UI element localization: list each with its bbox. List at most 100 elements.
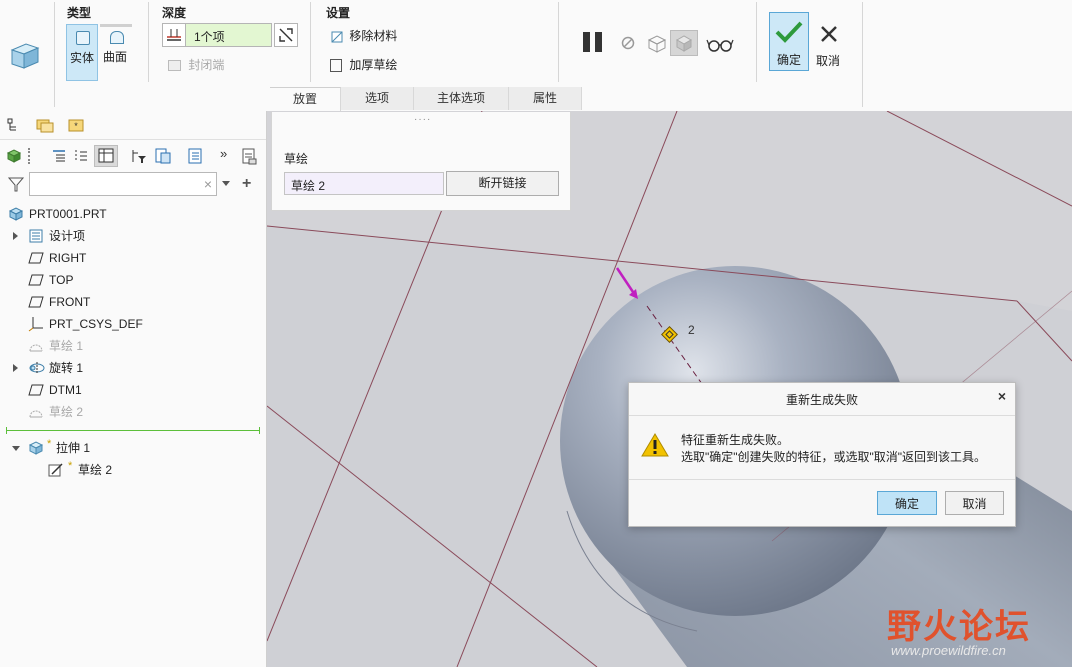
tree-item-label: PRT_CSYS_DEF [49, 317, 143, 331]
closed-ends-checkbox[interactable]: 封闭端 [168, 56, 224, 73]
insert-here-line[interactable] [6, 430, 260, 431]
tree-item-sketch2[interactable]: 草绘 2 [0, 401, 266, 423]
tab-properties[interactable]: 属性 [509, 87, 582, 110]
sketch-icon [29, 344, 43, 352]
surface-icon [110, 31, 124, 44]
settings-tree-button[interactable] [154, 147, 172, 165]
close-icon [821, 26, 837, 42]
surface-button[interactable]: 曲面 [100, 24, 132, 81]
no-preview-icon [621, 36, 635, 50]
tree-item-extrude-sketch[interactable]: * 草绘 2 [0, 459, 266, 481]
search-dropdown-icon[interactable] [222, 181, 230, 186]
tree-item-right[interactable]: RIGHT [0, 247, 266, 269]
tree-item-sketch1[interactable]: 草绘 1 [0, 335, 266, 357]
thicken-sketch-toggle[interactable]: 加厚草绘 [330, 56, 397, 73]
dialog-ok-button[interactable]: 确定 [877, 491, 937, 515]
expand-arrow-icon[interactable] [13, 364, 18, 372]
dialog-message-line1: 特征重新生成失败。 [681, 433, 790, 447]
model-tree-icon [7, 118, 16, 131]
part-cube-icon [6, 149, 22, 163]
pause-icon [583, 32, 602, 52]
filter-icon [7, 176, 25, 192]
remove-material-label: 移除材料 [349, 29, 398, 43]
extrude-icon [28, 441, 44, 455]
solid-icon [76, 31, 90, 45]
add-filter-icon[interactable]: + [242, 175, 251, 193]
folder-browser-tab[interactable] [36, 117, 54, 133]
clear-search-icon[interactable]: × [204, 176, 212, 192]
design-items-icon [29, 229, 43, 243]
dialog-close-icon[interactable]: × [998, 388, 1006, 404]
tree-search-input[interactable]: × [29, 172, 217, 196]
no-preview-button[interactable] [620, 35, 636, 51]
tab-body-options[interactable]: 主体选项 [414, 87, 509, 110]
favorites-tab[interactable]: * [68, 117, 84, 133]
tree-item-csys[interactable]: PRT_CSYS_DEF [0, 313, 266, 335]
collapse-all-icon [75, 150, 87, 162]
dialog-cancel-button[interactable]: 取消 [945, 491, 1004, 515]
tree-item-revolve1[interactable]: 旋转 1 [0, 357, 266, 379]
solid-button[interactable]: 实体 [66, 24, 98, 81]
tree-item-front[interactable]: FRONT [0, 291, 266, 313]
verify-mode-button[interactable] [670, 30, 698, 56]
revolve-icon [29, 362, 45, 374]
unlink-button[interactable]: 断开链接 [446, 171, 559, 196]
tree-item-dtm1[interactable]: DTM1 [0, 379, 266, 401]
watermark-url: www.proewildfire.cn [891, 643, 1006, 658]
collapse-all-button[interactable] [72, 147, 90, 165]
sketch-collector[interactable]: 草绘 2 [284, 172, 444, 195]
ok-label: 确定 [777, 53, 802, 67]
expand-all-button[interactable] [50, 147, 68, 165]
tree-toolbar: » [0, 143, 266, 169]
expand-all-icon [53, 150, 65, 162]
depth-value-field[interactable]: 1个项 [186, 23, 272, 47]
sketch-edit-icon [48, 463, 63, 477]
model-tree-tab[interactable] [6, 117, 22, 133]
layer-tree-button[interactable] [186, 147, 204, 165]
notes-button[interactable] [240, 147, 258, 165]
tab-placement[interactable]: 放置 [270, 87, 341, 111]
tree-item-label: TOP [49, 273, 74, 287]
new-feature-star-icon: * [47, 438, 52, 450]
dialog-message-line2: 选取"确定"创建失败的特征，或选取"取消"返回到该工具。 [681, 450, 987, 464]
warning-icon [641, 433, 669, 457]
ok-button[interactable]: 确定 [769, 12, 809, 71]
root-label: PRT0001.PRT [29, 207, 107, 221]
expand-arrow-icon[interactable] [13, 232, 18, 240]
tree-menu-handle[interactable] [28, 148, 32, 164]
tree-item-design-items[interactable]: 设计项 [0, 225, 266, 247]
solid-label: 实体 [70, 51, 95, 65]
feature-preview-button[interactable] [706, 35, 734, 53]
remove-material-toggle[interactable]: 移除材料 [330, 27, 397, 44]
dimension-label[interactable]: 2 [688, 323, 695, 337]
filter-tree-button[interactable] [130, 147, 148, 165]
tree-item-label: RIGHT [49, 251, 87, 265]
type-group-title: 类型 [67, 6, 92, 20]
datum-plane-icon [28, 384, 44, 396]
new-feature-star-icon: * [68, 460, 73, 472]
geometry-preview-button[interactable] [646, 32, 668, 54]
datum-plane-icon [28, 274, 44, 286]
cancel-button[interactable]: 取消 [812, 12, 846, 71]
folder-icon [36, 119, 54, 133]
favorites-icon: * [68, 119, 84, 132]
flip-direction-button[interactable] [274, 23, 298, 47]
cancel-label: 取消 [816, 54, 841, 68]
more-tools-button[interactable]: » [220, 146, 227, 161]
tree-item-top[interactable]: TOP [0, 269, 266, 291]
regeneration-failure-dialog: 重新生成失败 × 特征重新生成失败。 选取"确定"创建失败的特征，或选取"取消"… [628, 382, 1016, 527]
datum-plane-icon [28, 252, 44, 264]
tab-options[interactable]: 选项 [341, 87, 414, 110]
sketch-icon [29, 410, 43, 418]
show-columns-button[interactable] [94, 145, 118, 167]
tree-root[interactable]: PRT0001.PRT [0, 203, 266, 225]
tree-item-extrude1[interactable]: * 拉伸 1 [0, 437, 266, 459]
watermark-logo-text: 野火论坛 [887, 607, 1031, 647]
tree-item-label: 旋转 1 [49, 361, 84, 375]
depth-type-button[interactable] [162, 23, 186, 47]
flip-direction-icon [279, 28, 293, 42]
checkmark-icon [775, 21, 803, 43]
collapse-arrow-icon[interactable] [12, 446, 20, 451]
panel-grip[interactable]: ···· [414, 114, 431, 125]
pause-button[interactable] [581, 31, 605, 53]
